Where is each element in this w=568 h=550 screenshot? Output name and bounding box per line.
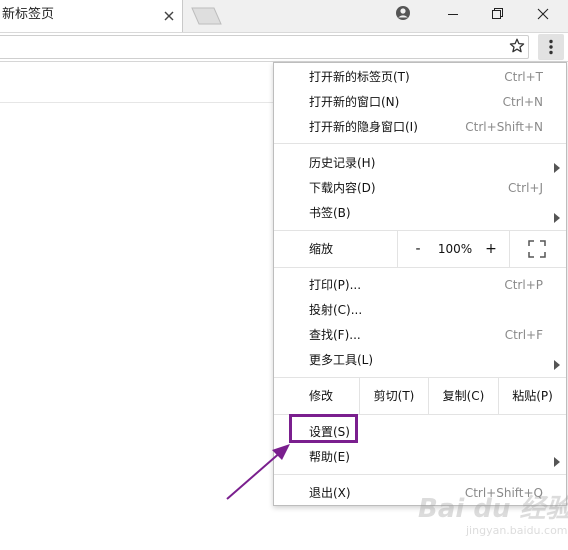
menu-label: 打开新的标签页(T) — [309, 70, 410, 84]
menu-label: 投射(C)... — [309, 303, 363, 317]
address-bar[interactable] — [0, 35, 529, 59]
menu-item-cast[interactable]: 投射(C)... — [274, 298, 566, 322]
more-vert-icon[interactable] — [538, 34, 564, 60]
menu-item-bookmarks[interactable]: 书签(B) — [274, 201, 566, 225]
menu-item-new-incognito[interactable]: 打开新的隐身窗口(I) Ctrl+Shift+N — [274, 115, 566, 139]
menu-separator — [274, 143, 566, 144]
menu-label: 查找(F)... — [309, 328, 361, 342]
window-close-icon[interactable] — [520, 0, 566, 30]
watermark-url: jingyan.baidu.com — [466, 524, 568, 537]
menu-item-history[interactable]: 历史记录(H) — [274, 151, 566, 175]
chevron-right-icon — [554, 452, 560, 467]
settings-highlight-box — [289, 414, 358, 443]
menu-item-more-tools[interactable]: 更多工具(L) — [274, 348, 566, 372]
menu-edit-row: 修改 剪切(T) 复制(C) 粘贴(P) — [274, 378, 566, 414]
menu-label: 帮助(E) — [309, 450, 350, 464]
menu-shortcut: Ctrl+T — [504, 70, 543, 84]
tab-strip: 新标签页 — [0, 0, 568, 32]
zoom-in-button[interactable]: + — [484, 239, 498, 259]
menu-label: 退出(X) — [309, 486, 351, 500]
new-tab-icon[interactable] — [190, 7, 223, 25]
menu-item-new-tab[interactable]: 打开新的标签页(T) Ctrl+T — [274, 65, 566, 89]
chevron-right-icon — [554, 208, 560, 223]
cut-button[interactable]: 剪切(T) — [359, 378, 428, 414]
browser-window: 新标签页 打开新的标签页(T) Ctrl+T 打开新的窗口(N) Ctrl+N … — [0, 0, 568, 550]
page-divider — [0, 102, 275, 103]
menu-separator — [274, 474, 566, 475]
star-icon[interactable] — [508, 37, 526, 55]
menu-item-find[interactable]: 查找(F)... Ctrl+F — [274, 323, 566, 347]
menu-label: 历史记录(H) — [309, 156, 376, 170]
tab-title: 新标签页 — [2, 7, 55, 22]
chevron-right-icon — [554, 158, 560, 173]
menu-shortcut: Ctrl+J — [508, 181, 543, 195]
minimize-icon[interactable] — [430, 0, 476, 30]
zoom-level: 100% — [437, 242, 473, 256]
zoom-controls: - 100% + — [397, 231, 510, 267]
paste-button[interactable]: 粘贴(P) — [498, 378, 566, 414]
menu-separator — [274, 267, 566, 268]
menu-label: 更多工具(L) — [309, 353, 374, 367]
zoom-label: 缩放 — [309, 242, 334, 256]
menu-zoom-row: 缩放 - 100% + — [274, 231, 566, 267]
fullscreen-icon[interactable] — [528, 240, 546, 258]
copy-button[interactable]: 复制(C) — [428, 378, 498, 414]
menu-label: 打开新的窗口(N) — [309, 95, 400, 109]
pointer-arrow-icon — [224, 440, 294, 502]
baidu-watermark: Bai du 经验 jingyan.baidu.com — [418, 494, 568, 548]
menu-shortcut: Ctrl+N — [502, 95, 543, 109]
zoom-out-button[interactable]: - — [411, 239, 425, 259]
toolbar — [0, 32, 568, 62]
menu-shortcut: Ctrl+Shift+N — [465, 120, 543, 134]
restore-icon[interactable] — [474, 0, 520, 30]
menu-label: 下载内容(D) — [309, 181, 376, 195]
menu-item-new-window[interactable]: 打开新的窗口(N) Ctrl+N — [274, 90, 566, 114]
profile-icon[interactable] — [380, 0, 426, 30]
menu-label: 打开新的隐身窗口(I) — [309, 120, 418, 134]
menu-label: 书签(B) — [309, 206, 351, 220]
menu-item-downloads[interactable]: 下载内容(D) Ctrl+J — [274, 176, 566, 200]
close-icon[interactable] — [160, 7, 178, 25]
menu-item-print[interactable]: 打印(P)... Ctrl+P — [274, 273, 566, 297]
menu-shortcut: Ctrl+P — [504, 278, 543, 292]
menu-item-help[interactable]: 帮助(E) — [274, 445, 566, 469]
chevron-right-icon — [554, 355, 560, 370]
edit-label: 修改 — [309, 389, 334, 403]
menu-label: 打印(P)... — [309, 278, 362, 292]
tab-new-tab[interactable]: 新标签页 — [0, 0, 183, 32]
watermark-logo-text: Bai du 经验 — [418, 494, 568, 524]
menu-shortcut: Ctrl+F — [504, 328, 543, 342]
